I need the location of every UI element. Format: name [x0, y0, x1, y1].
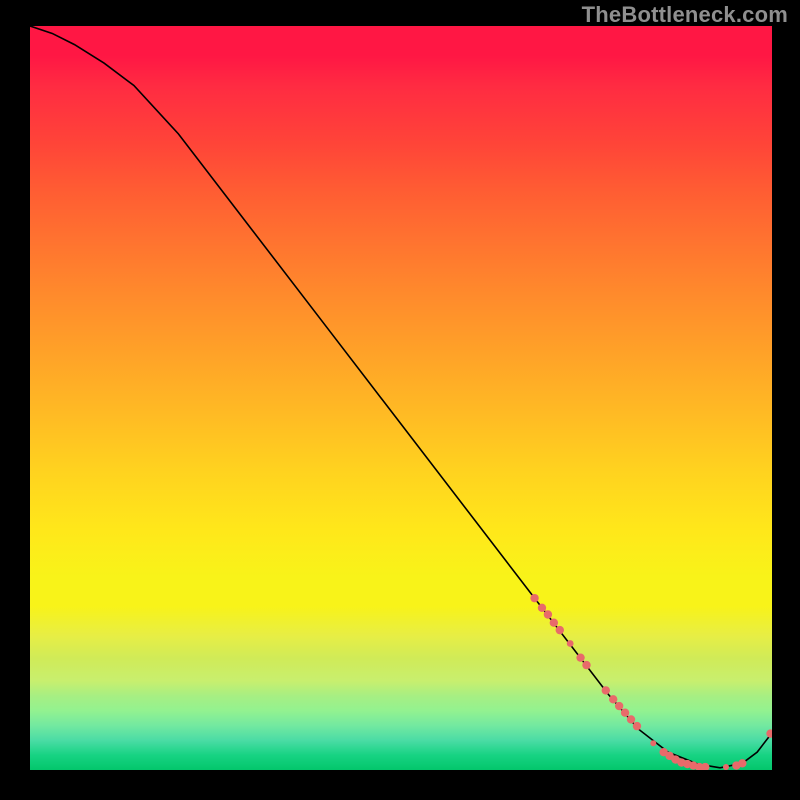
highlight-dot	[538, 604, 546, 612]
highlight-dot	[627, 715, 635, 723]
highlight-dot	[615, 702, 623, 710]
bottleneck-curve	[30, 26, 772, 768]
chart-frame: TheBottleneck.com	[0, 0, 800, 800]
highlight-dot	[723, 764, 729, 770]
highlight-dot	[701, 763, 709, 770]
highlight-dot	[530, 594, 538, 602]
highlight-dot	[582, 661, 590, 669]
highlight-dot	[576, 653, 584, 661]
chart-svg	[30, 26, 772, 770]
highlight-dot	[550, 618, 558, 626]
plot-area	[30, 26, 772, 770]
highlight-dot	[556, 626, 564, 634]
highlight-dot	[650, 740, 656, 746]
highlight-dot	[567, 640, 574, 647]
highlight-dot	[738, 759, 746, 767]
watermark-text: TheBottleneck.com	[582, 2, 788, 28]
highlight-dots-group	[530, 594, 772, 770]
highlight-dot	[609, 695, 617, 703]
highlight-dot	[621, 709, 629, 717]
highlight-dot	[633, 722, 641, 730]
highlight-dot	[766, 729, 772, 737]
highlight-dot	[602, 686, 610, 694]
highlight-dot	[544, 610, 552, 618]
